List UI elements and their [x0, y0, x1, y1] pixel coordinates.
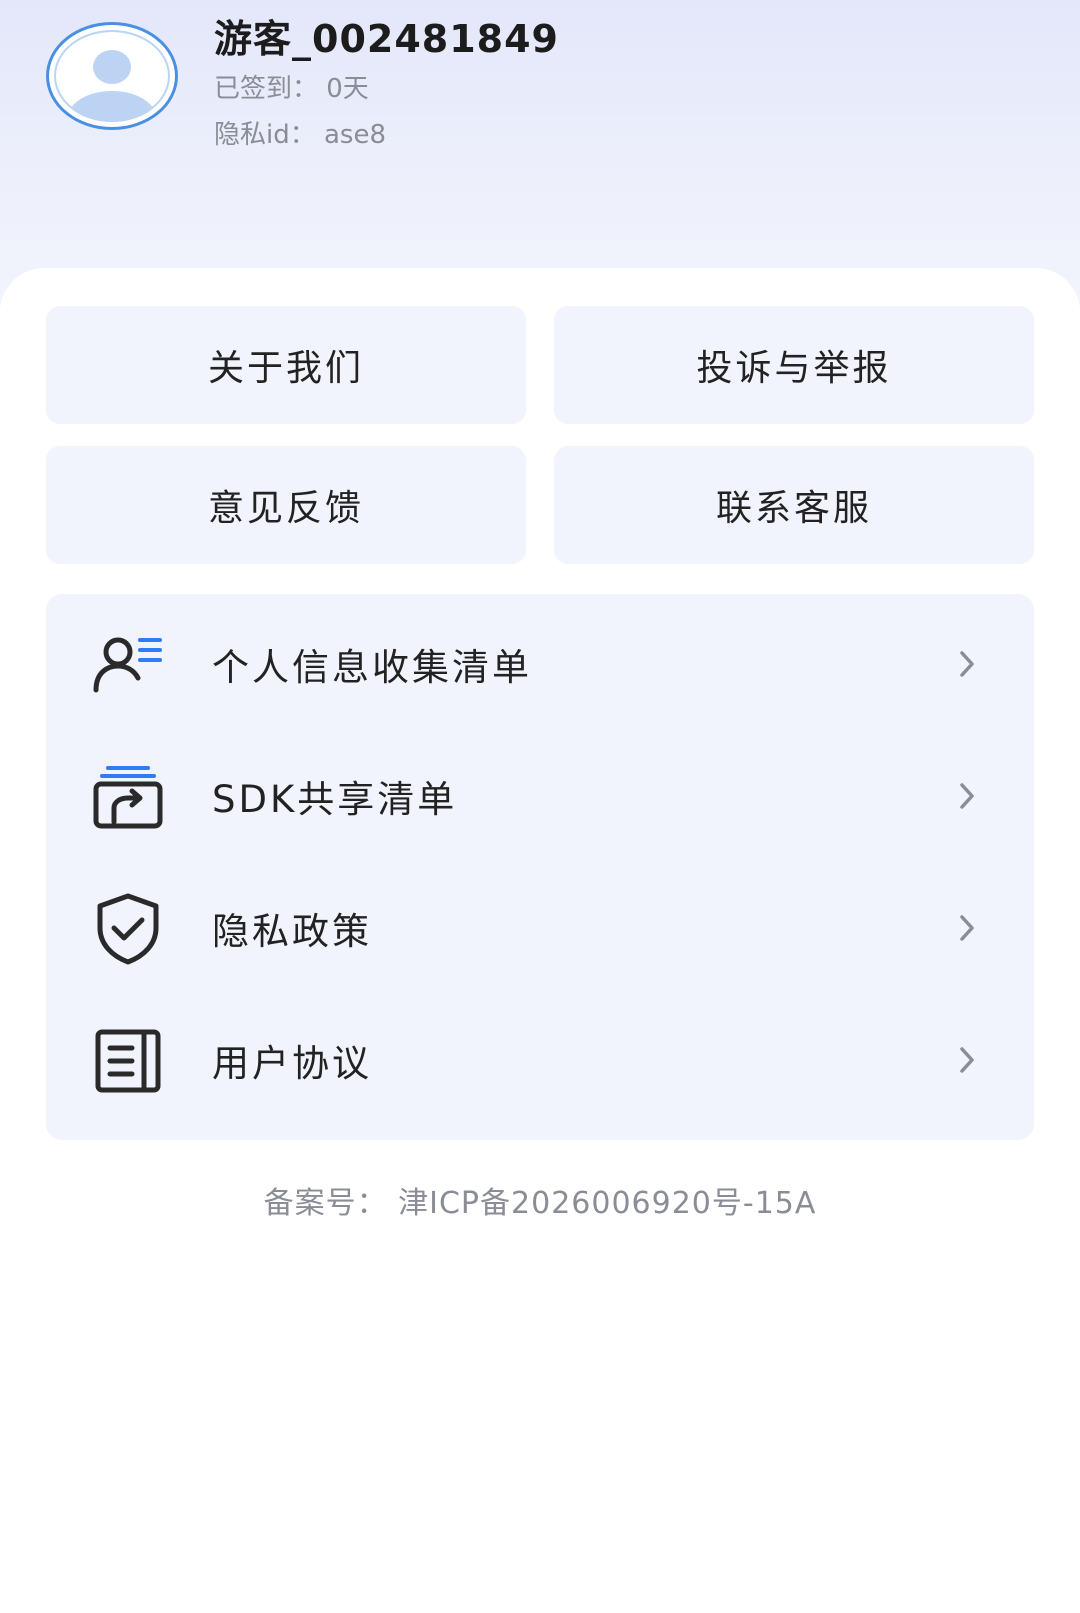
checkin-days: 已签到： 0天	[214, 74, 369, 104]
person-list-icon	[90, 626, 166, 702]
avatar[interactable]	[46, 22, 178, 130]
document-icon	[90, 1022, 166, 1098]
icp-record: 备案号： 津ICP备2026006920号-15A	[263, 1186, 817, 1221]
list-item-label: SDK共享清单	[212, 778, 458, 821]
list-item-label: 隐私政策	[212, 910, 372, 953]
about-us-button[interactable]: 关于我们	[46, 306, 526, 424]
shield-check-icon	[90, 890, 166, 966]
chevron-right-icon	[952, 1040, 982, 1080]
customer-service-button[interactable]: 联系客服	[554, 446, 1034, 564]
feedback-button[interactable]: 意见反馈	[46, 446, 526, 564]
settings-list: 个人信息收集清单 SDK共享清单 隐私政策 用户协议	[46, 594, 1034, 1140]
list-item-personal-info[interactable]: 个人信息收集清单	[46, 598, 1034, 730]
chevron-right-icon	[952, 644, 982, 684]
list-item-label: 用户协议	[212, 1042, 372, 1085]
avatar-body-shape	[69, 90, 155, 122]
chevron-right-icon	[952, 908, 982, 948]
privacy-id: 隐私id： ase8	[214, 120, 387, 150]
list-item-sdk-share[interactable]: SDK共享清单	[46, 730, 1034, 862]
complaint-report-button[interactable]: 投诉与举报	[554, 306, 1034, 424]
username: 游客_002481849	[214, 17, 559, 61]
list-item-privacy-policy[interactable]: 隐私政策	[46, 862, 1034, 994]
chevron-right-icon	[952, 776, 982, 816]
list-item-user-agreement[interactable]: 用户协议	[46, 994, 1034, 1126]
avatar-head-shape	[93, 50, 131, 85]
sdk-share-icon	[90, 758, 166, 834]
list-item-label: 个人信息收集清单	[212, 646, 532, 689]
avatar-placeholder-icon	[54, 30, 170, 122]
profile-page: 游客_002481849 已签到： 0天 隐私id： ase8 关于我们 投诉与…	[0, 0, 1080, 1613]
profile-header: 游客_002481849 已签到： 0天 隐私id： ase8	[0, 0, 1080, 270]
